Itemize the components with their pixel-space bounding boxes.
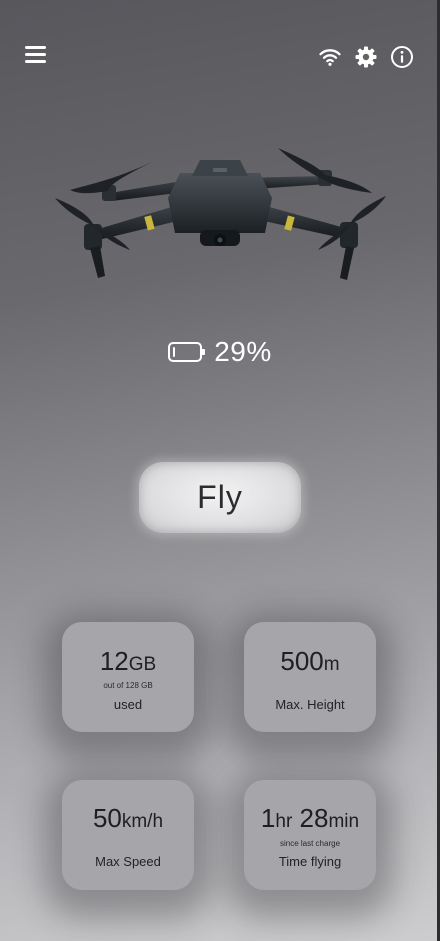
flight-time-value: 1hr 28min [244, 803, 376, 834]
height-amount: 500 [280, 646, 324, 676]
speed-unit: km/h [121, 811, 164, 832]
battery-percentage: 29% [214, 336, 272, 367]
fly-button[interactable]: Fly [139, 462, 301, 533]
max-speed-card: 50km/h Max Speed [62, 780, 194, 890]
menu-icon[interactable] [25, 46, 47, 64]
battery-status: 29% [0, 336, 440, 368]
height-label: Max. Height [275, 697, 345, 712]
wifi-icon[interactable] [318, 45, 342, 69]
flight-time-label: Time flying [278, 854, 342, 869]
height-value: 500m [244, 646, 376, 677]
top-bar [0, 0, 440, 110]
speed-value: 50km/h [62, 803, 194, 834]
speed-amount: 50 [92, 803, 122, 833]
max-height-card: 500m Max. Height [244, 622, 376, 732]
storage-unit: GB [128, 654, 157, 675]
gear-icon[interactable] [354, 45, 378, 69]
flight-minutes-unit: min [328, 811, 360, 832]
storage-value: 12GB [62, 646, 194, 677]
height-unit: m [323, 654, 340, 675]
drone-app-screen: 29% Fly 12GB out of 128 GB used 500m Max… [0, 0, 440, 941]
storage-amount: 12 [99, 646, 129, 676]
time-flying-card: 1hr 28min since last charge Time flying [244, 780, 376, 890]
battery-icon [168, 342, 206, 362]
flight-minutes: 28 [299, 803, 329, 833]
flight-time-subtext: since last charge [279, 839, 341, 848]
flight-hours: 1 [260, 803, 276, 833]
battery-level-fill [173, 347, 176, 357]
info-icon[interactable] [390, 45, 414, 69]
storage-card: 12GB out of 128 GB used [62, 622, 194, 732]
storage-subtext: out of 128 GB [103, 681, 153, 690]
speed-label: Max Speed [95, 854, 161, 869]
status-icons [318, 45, 414, 69]
flight-hours-unit: hr [275, 811, 293, 832]
storage-label: used [113, 697, 143, 712]
drone-image [55, 148, 386, 280]
